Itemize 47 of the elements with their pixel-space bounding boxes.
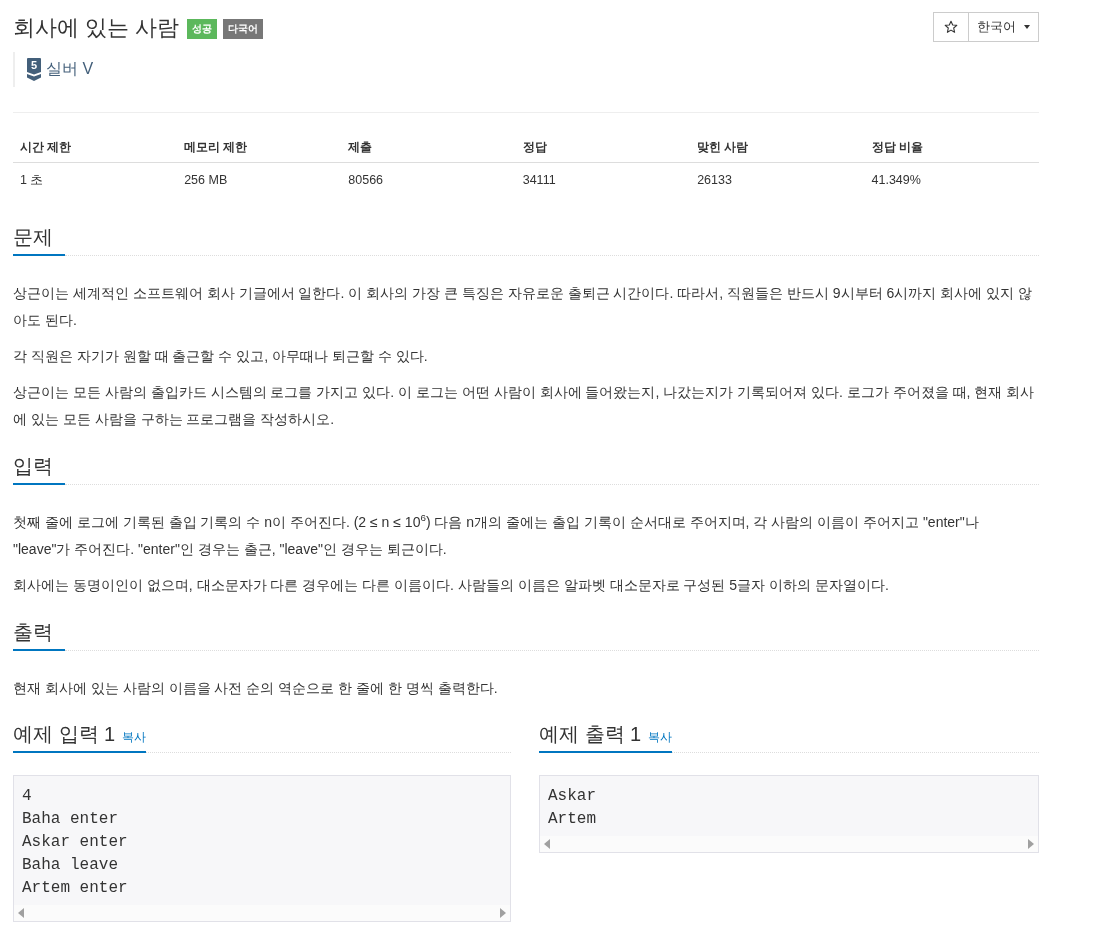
scroll-right-icon[interactable] <box>500 908 506 918</box>
paragraph: 첫째 줄에 로그에 기록된 출입 기록의 수 n이 주어진다. (2 ≤ n ≤ 10$^{6}$) 다음 n개의 줄에는 출입 기록이 순서대로 주어지며, 각 사람의 이름이 주어지고 "enter"나 "leave"가 주어진다. "enter"인 경우는 출근, "leave"인 경우는 퇴근이다. <box>13 511 980 559</box>
language-dropdown[interactable]: 한국어 <box>968 12 1039 42</box>
code-line: Artem <box>548 809 597 830</box>
paragraph: 상근이는 세계적인 소프트웨어 회사 기글에서 일한다. 이 회사의 가장 큰 특징은 자유로운 출퇴근 시간이다. 따라서, 직원들은 반드시 9시부터 6시까지 회사에 있지 않아도 된다. <box>13 284 1033 330</box>
table-cell: 256 MB <box>177 162 342 197</box>
column-header: 제출 <box>341 132 516 163</box>
problem-title: 회사에 있는 사람 <box>13 14 180 42</box>
column-header: 정답 비율 <box>864 132 1039 163</box>
tier-name: 실버 V <box>46 59 94 79</box>
star-icon <box>944 20 958 34</box>
table-cell: 41.349% <box>864 162 1039 197</box>
section-heading: 출력 <box>13 618 65 651</box>
copy-link[interactable]: 복사 <box>648 729 673 746</box>
scroll-left-icon[interactable] <box>544 839 550 849</box>
table-cell: 26133 <box>690 162 865 197</box>
horizontal-scrollbar[interactable] <box>540 836 1038 852</box>
paragraph: 현재 회사에 있는 사람의 이름을 사전 순의 역순으로 한 줄에 한 명씩 출력한다. <box>13 679 499 698</box>
column-header: 메모리 제한 <box>177 132 342 163</box>
code-line: Askar enter <box>22 832 129 853</box>
table-cell: 34111 <box>515 162 691 197</box>
table-cell: 1 초 <box>13 162 178 197</box>
section-heading: 입력 <box>13 452 65 485</box>
sample-heading: 예제 출력 1 <box>539 722 642 747</box>
column-header: 시간 제한 <box>13 132 178 163</box>
sample-heading: 예제 입력 1 <box>13 722 116 747</box>
favorite-button[interactable] <box>933 12 969 42</box>
horizontal-scrollbar[interactable] <box>14 905 510 921</box>
scroll-right-icon[interactable] <box>1028 839 1034 849</box>
solved-badge: 성공 <box>187 19 218 39</box>
code-line: Baha enter <box>22 809 119 830</box>
code-line: Baha leave <box>22 855 119 876</box>
paragraph: 회사에는 동명이인이 없으며, 대소문자가 다른 경우에는 다른 이름이다. 사람들의 이름은 알파벳 대소문자로 구성된 5글자 이하의 문자열이다. <box>13 576 890 595</box>
code-line: Askar <box>548 786 597 807</box>
column-header: 맞힌 사람 <box>690 132 865 163</box>
multilingual-badge: 다국어 <box>223 19 264 39</box>
table-cell: 80566 <box>341 162 516 197</box>
code-line: 4 <box>22 786 33 807</box>
section-heading: 문제 <box>13 223 65 256</box>
scroll-left-icon[interactable] <box>18 908 24 918</box>
copy-link[interactable]: 복사 <box>122 729 147 746</box>
paragraph: 상근이는 모든 사람의 출입카드 시스템의 로그를 가지고 있다. 이 로그는 어떤 사람이 회사에 들어왔는지, 나갔는지가 기록되어져 있다. 로그가 주어졌을 때, 현재 회사에 있는 모든 사람을 구하는 프로그램을 작성하시오. <box>13 383 1036 429</box>
code-line: Artem enter <box>22 878 129 899</box>
paragraph: 각 직원은 자기가 원할 때 출근할 수 있고, 아무때나 퇴근할 수 있다. <box>13 347 429 366</box>
caret-icon <box>1024 25 1030 29</box>
tier-badge: 5 <box>27 58 41 81</box>
column-header: 정답 <box>515 132 691 163</box>
